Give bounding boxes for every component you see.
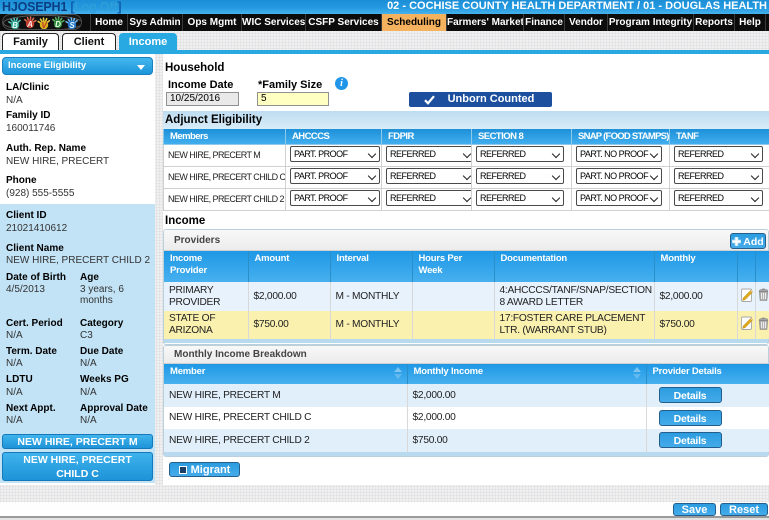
svg-text:V: V xyxy=(41,21,47,30)
svg-text:B: B xyxy=(12,21,18,30)
svg-text:A: A xyxy=(26,20,33,29)
svg-text:D: D xyxy=(55,20,61,29)
svg-text:S: S xyxy=(69,21,75,30)
